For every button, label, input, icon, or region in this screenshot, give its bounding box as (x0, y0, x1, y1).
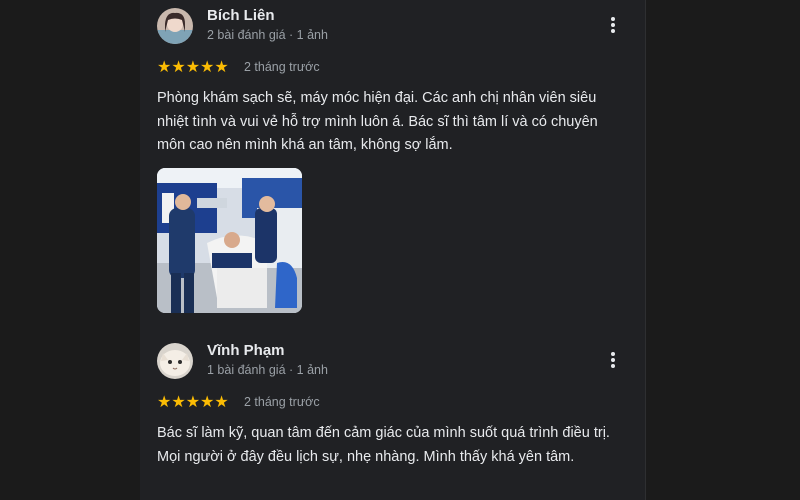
star-rating: ★★★★★ (157, 394, 229, 411)
reviewer-name[interactable]: Bích Liên (207, 7, 275, 24)
review-date: 2 tháng trước (244, 60, 320, 74)
avatar[interactable] (157, 343, 193, 379)
review-date: 2 tháng trước (244, 395, 320, 409)
reviewer-name[interactable]: Vĩnh Phạm (207, 342, 285, 359)
avatar-photo (157, 343, 193, 379)
review-text: Phòng khám sạch sẽ, máy móc hiện đại. Cá… (157, 90, 598, 153)
avatar[interactable] (157, 8, 193, 44)
panel-divider (645, 0, 646, 500)
review-photo[interactable] (157, 168, 302, 313)
more-options-icon[interactable] (607, 350, 619, 374)
avatar-photo (157, 8, 193, 44)
reviewer-meta: 2 bài đánh giá · 1 ảnh (207, 28, 328, 42)
star-rating: ★★★★★ (157, 59, 229, 76)
reviewer-meta: 1 bài đánh giá · 1 ảnh (207, 363, 328, 377)
review-text: Bác sĩ làm kỹ, quan tâm đến cảm giác của… (157, 425, 610, 465)
dental-clinic-photo (157, 168, 302, 313)
more-options-icon[interactable] (607, 15, 619, 39)
